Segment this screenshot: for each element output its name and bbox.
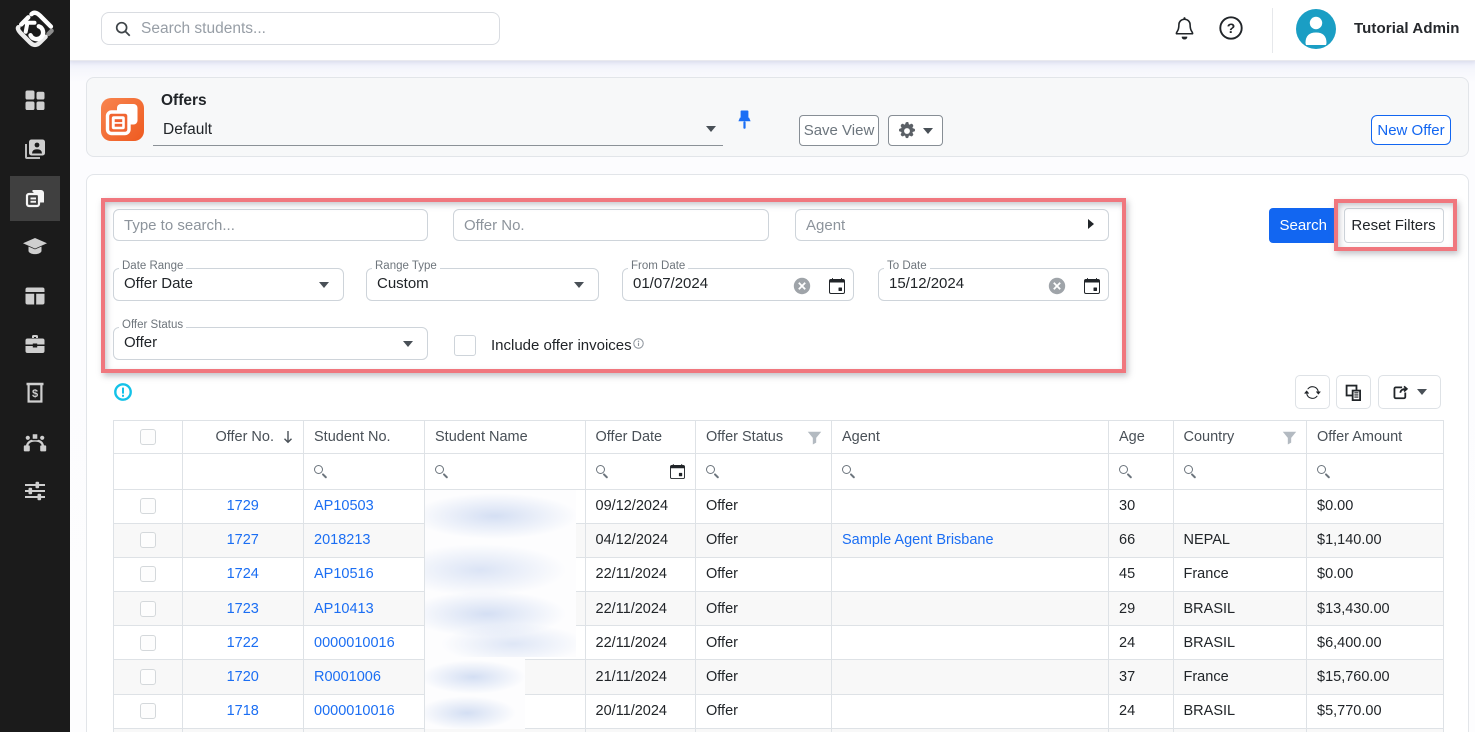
svg-text:$: $ bbox=[32, 388, 38, 400]
svg-text:?: ? bbox=[1227, 20, 1236, 36]
